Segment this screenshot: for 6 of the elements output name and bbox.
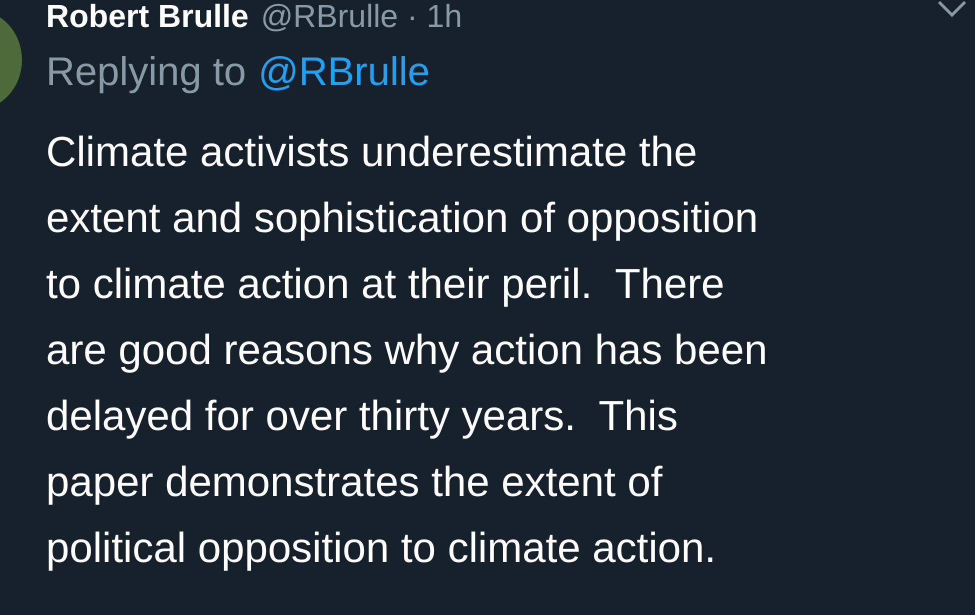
tweet-text: Climate activists underestimate the extent and sophistication of opposition to climate action at their peril. There are good reasons why action has been delayed for over thirty years. This paper demonstrates the extent of political opposition to climate action.: [46, 127, 768, 573]
author-name[interactable]: Robert Brulle: [46, 0, 249, 35]
chevron-down-icon[interactable]: [937, 0, 967, 18]
replying-to-label: Replying to: [46, 50, 246, 95]
handle-and-time: @RBrulle · 1h: [260, 0, 462, 35]
mention-link[interactable]: @RBrulle: [258, 50, 430, 95]
